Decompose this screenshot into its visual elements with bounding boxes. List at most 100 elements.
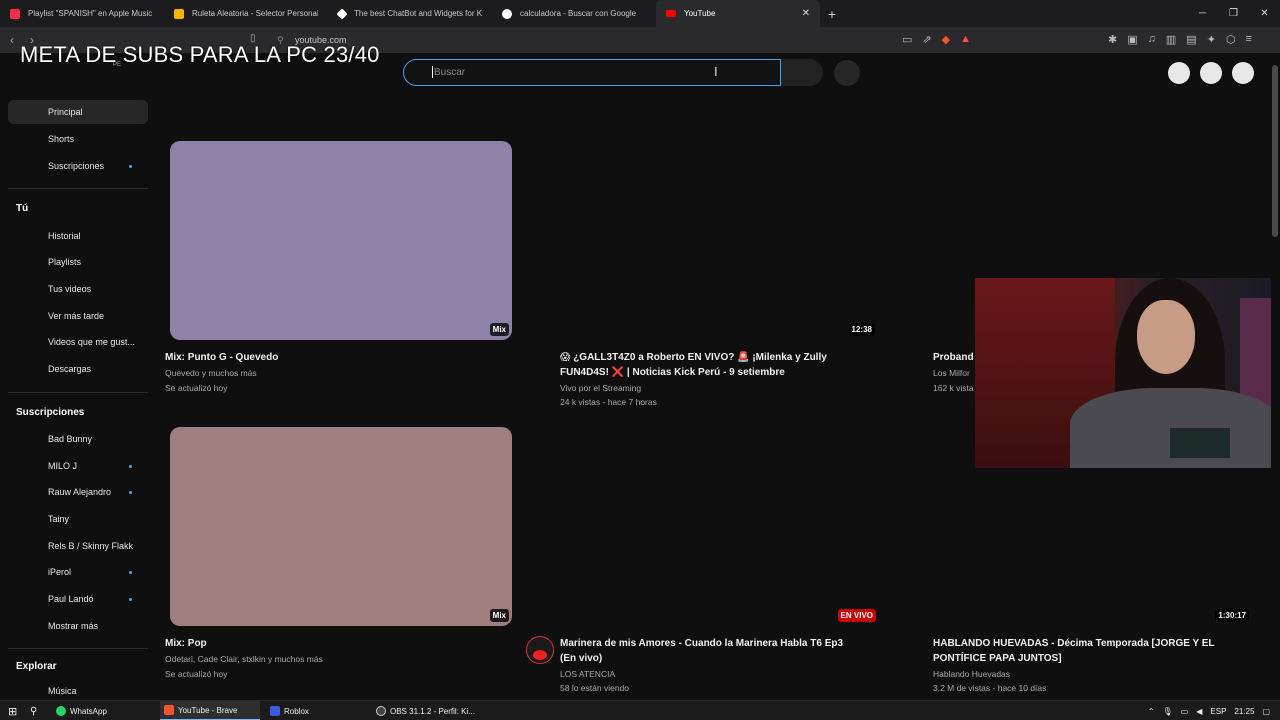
duration-badge: 1:30:17	[1215, 609, 1249, 622]
sidebar-item-channel[interactable]: iPerol	[8, 560, 148, 584]
taskbar-item-brave[interactable]: YouTube - Brave	[160, 701, 260, 720]
microphone-icon[interactable]: 🎙︎	[1163, 707, 1173, 716]
close-tab-icon[interactable]: ✕	[802, 8, 810, 19]
sidebar-item-label: Shorts	[48, 134, 75, 144]
taskbar-item-roblox[interactable]: Roblox	[266, 701, 313, 720]
sidebar-item-label: Mostrar más	[48, 621, 99, 631]
share-icon[interactable]: ⇗	[922, 33, 931, 46]
video-channel[interactable]: Vivo por el Streaming	[560, 381, 641, 396]
new-content-dot	[129, 164, 132, 168]
sidebar-item-watch-later[interactable]: Ver más tarde	[8, 304, 148, 328]
browser-tab[interactable]: Playlist "SPANISH" en Apple Music	[0, 0, 164, 27]
tab-label: Ruleta Aleatoria - Selector Personaliz	[192, 9, 318, 18]
sidebar-item-show-more[interactable]: Mostrar más	[8, 614, 148, 638]
sidebar-item-channel[interactable]: Rels B / Skinny Flakk	[8, 534, 148, 558]
sidebar-icon[interactable]: ▥	[1166, 33, 1176, 46]
sidebar-heading-subscriptions: Suscripciones	[16, 407, 85, 418]
restore-icon[interactable]: ❐	[1218, 0, 1249, 27]
taskbar-item-obs[interactable]: OBS 31.1.2 - Perfil: Ki...	[372, 701, 479, 720]
sidebar-item-liked-videos[interactable]: Videos que me gust...	[8, 330, 148, 354]
video-thumbnail[interactable]: Mix	[170, 427, 512, 626]
video-channel[interactable]: Los Milfor	[933, 366, 970, 381]
video-title[interactable]: Mix: Pop	[165, 636, 505, 651]
window-controls: ─ ❐ ✕	[1187, 0, 1280, 27]
browser-tab[interactable]: calculadora - Buscar con Google	[492, 0, 656, 27]
sidebar-item-channel[interactable]: Bad Bunny	[8, 427, 148, 451]
new-tab-button[interactable]: +	[820, 6, 844, 22]
sidebar-item-home[interactable]: Principal	[8, 100, 148, 124]
video-title[interactable]: 😱 ¿GALL3T4Z0 a Roberto EN VIVO? 🚨 ¡Milen…	[560, 350, 850, 380]
sidebar-item-label: Principal	[48, 107, 83, 117]
tab-icon[interactable]: ▣	[1127, 33, 1137, 46]
video-channel[interactable]: Quevedo y muchos más	[165, 366, 257, 381]
video-title[interactable]: HABLANDO HUEVADAS - Décima Temporada [JO…	[933, 636, 1233, 666]
chevron-up-icon[interactable]: ⌃	[1148, 707, 1155, 716]
sidebar-item-shorts[interactable]: Shorts	[8, 127, 148, 151]
close-window-icon[interactable]: ✕	[1249, 0, 1280, 27]
search-box	[403, 59, 781, 86]
volume-icon[interactable]: ◀︎	[1196, 707, 1202, 716]
keyboard-language[interactable]: ESP	[1210, 707, 1226, 716]
screen-icon[interactable]: ▭	[902, 33, 912, 46]
taskbar-item-label: Roblox	[284, 706, 309, 716]
roulette-icon	[174, 8, 184, 19]
sidebar-item-label: Videos que me gust...	[48, 337, 135, 347]
clock[interactable]: 21:25	[1234, 707, 1254, 716]
notifications-icon[interactable]	[1200, 62, 1222, 84]
brave-rewards-icon[interactable]: ▲	[960, 33, 971, 46]
sidebar-item-channel[interactable]: Paul Landó	[8, 587, 148, 611]
sidebar-item-label: Suscripciones	[48, 161, 105, 171]
network-icon[interactable]: ▭	[1181, 707, 1189, 716]
brave-shield-icon[interactable]: ◆	[942, 33, 950, 46]
sidebar-item-your-videos[interactable]: Tus videos	[8, 277, 148, 301]
browser-tab-active[interactable]: YouTube ✕	[656, 0, 820, 27]
extension-icon[interactable]: ✱	[1108, 33, 1117, 46]
sidebar-item-history[interactable]: Historial	[8, 224, 148, 248]
video-channel[interactable]: Odetari, Cade Clair, stxlkin y muchos má…	[165, 652, 323, 667]
search-icon[interactable]: ⚲	[26, 701, 41, 720]
avatar[interactable]	[1232, 62, 1254, 84]
leo-icon[interactable]: ✦	[1207, 33, 1216, 46]
new-content-dot	[129, 570, 132, 574]
sidebar-item-channel[interactable]: MILO J	[8, 454, 148, 478]
browser-tab[interactable]: Ruleta Aleatoria - Selector Personaliz	[164, 0, 328, 27]
menu-icon[interactable]: ≡	[1246, 33, 1252, 46]
search-input[interactable]	[404, 60, 780, 85]
wallet-icon[interactable]: ▤	[1186, 33, 1196, 46]
start-icon[interactable]: ⊞	[4, 701, 21, 720]
brave-icon	[164, 705, 174, 715]
sidebar-divider	[8, 392, 148, 393]
browser-tab[interactable]: The best ChatBot and Widgets for Ki	[328, 0, 492, 27]
text-caret	[432, 66, 433, 78]
video-thumbnail[interactable]: EN VIVO	[544, 427, 878, 626]
taskbar-item-label: YouTube - Brave	[178, 705, 238, 715]
video-title[interactable]: Marinera de mis Amores - Cuando la Marin…	[560, 636, 860, 666]
video-title[interactable]: Mix: Punto G - Quevedo	[165, 350, 505, 365]
sidebar-item-channel[interactable]: Rauw Alejandro	[8, 480, 148, 504]
sidebar-item-subscriptions[interactable]: Suscripciones	[8, 154, 148, 178]
browser-tab-strip: Playlist "SPANISH" en Apple Music Ruleta…	[0, 0, 1280, 27]
taskbar: ⊞ ⚲ WhatsApp YouTube - Brave Roblox OBS …	[0, 700, 1280, 720]
minimize-icon[interactable]: ─	[1187, 0, 1218, 27]
video-thumbnail[interactable]: 12:38	[544, 141, 878, 340]
video-channel[interactable]: LOS ATENCIA	[560, 667, 615, 682]
search-button[interactable]	[781, 59, 823, 86]
music-icon[interactable]: ♫	[1148, 33, 1156, 46]
notifications-icon[interactable]: ▢	[1262, 707, 1270, 716]
voice-search-button[interactable]	[834, 60, 860, 86]
channel-avatar[interactable]	[526, 636, 554, 664]
vpn-icon[interactable]: ⬡	[1226, 33, 1236, 46]
taskbar-item-whatsapp[interactable]: WhatsApp	[52, 701, 111, 720]
sidebar-item-downloads[interactable]: Descargas	[8, 357, 148, 381]
sidebar-item-channel[interactable]: Tainy	[8, 507, 148, 531]
obs-icon	[376, 706, 386, 716]
video-thumbnail[interactable]: Mix	[170, 141, 512, 340]
sidebar-heading-you[interactable]: Tú	[16, 203, 28, 214]
create-icon[interactable]	[1168, 62, 1190, 84]
back-icon[interactable]: ‹	[10, 33, 14, 47]
video-title[interactable]: Proband	[933, 350, 974, 365]
scrollbar-thumb[interactable]	[1272, 65, 1278, 237]
video-channel[interactable]: Hablando Huevadas	[933, 667, 1010, 682]
sidebar-item-playlists[interactable]: Playlists	[8, 250, 148, 274]
sidebar-item-label: Música	[48, 686, 77, 696]
